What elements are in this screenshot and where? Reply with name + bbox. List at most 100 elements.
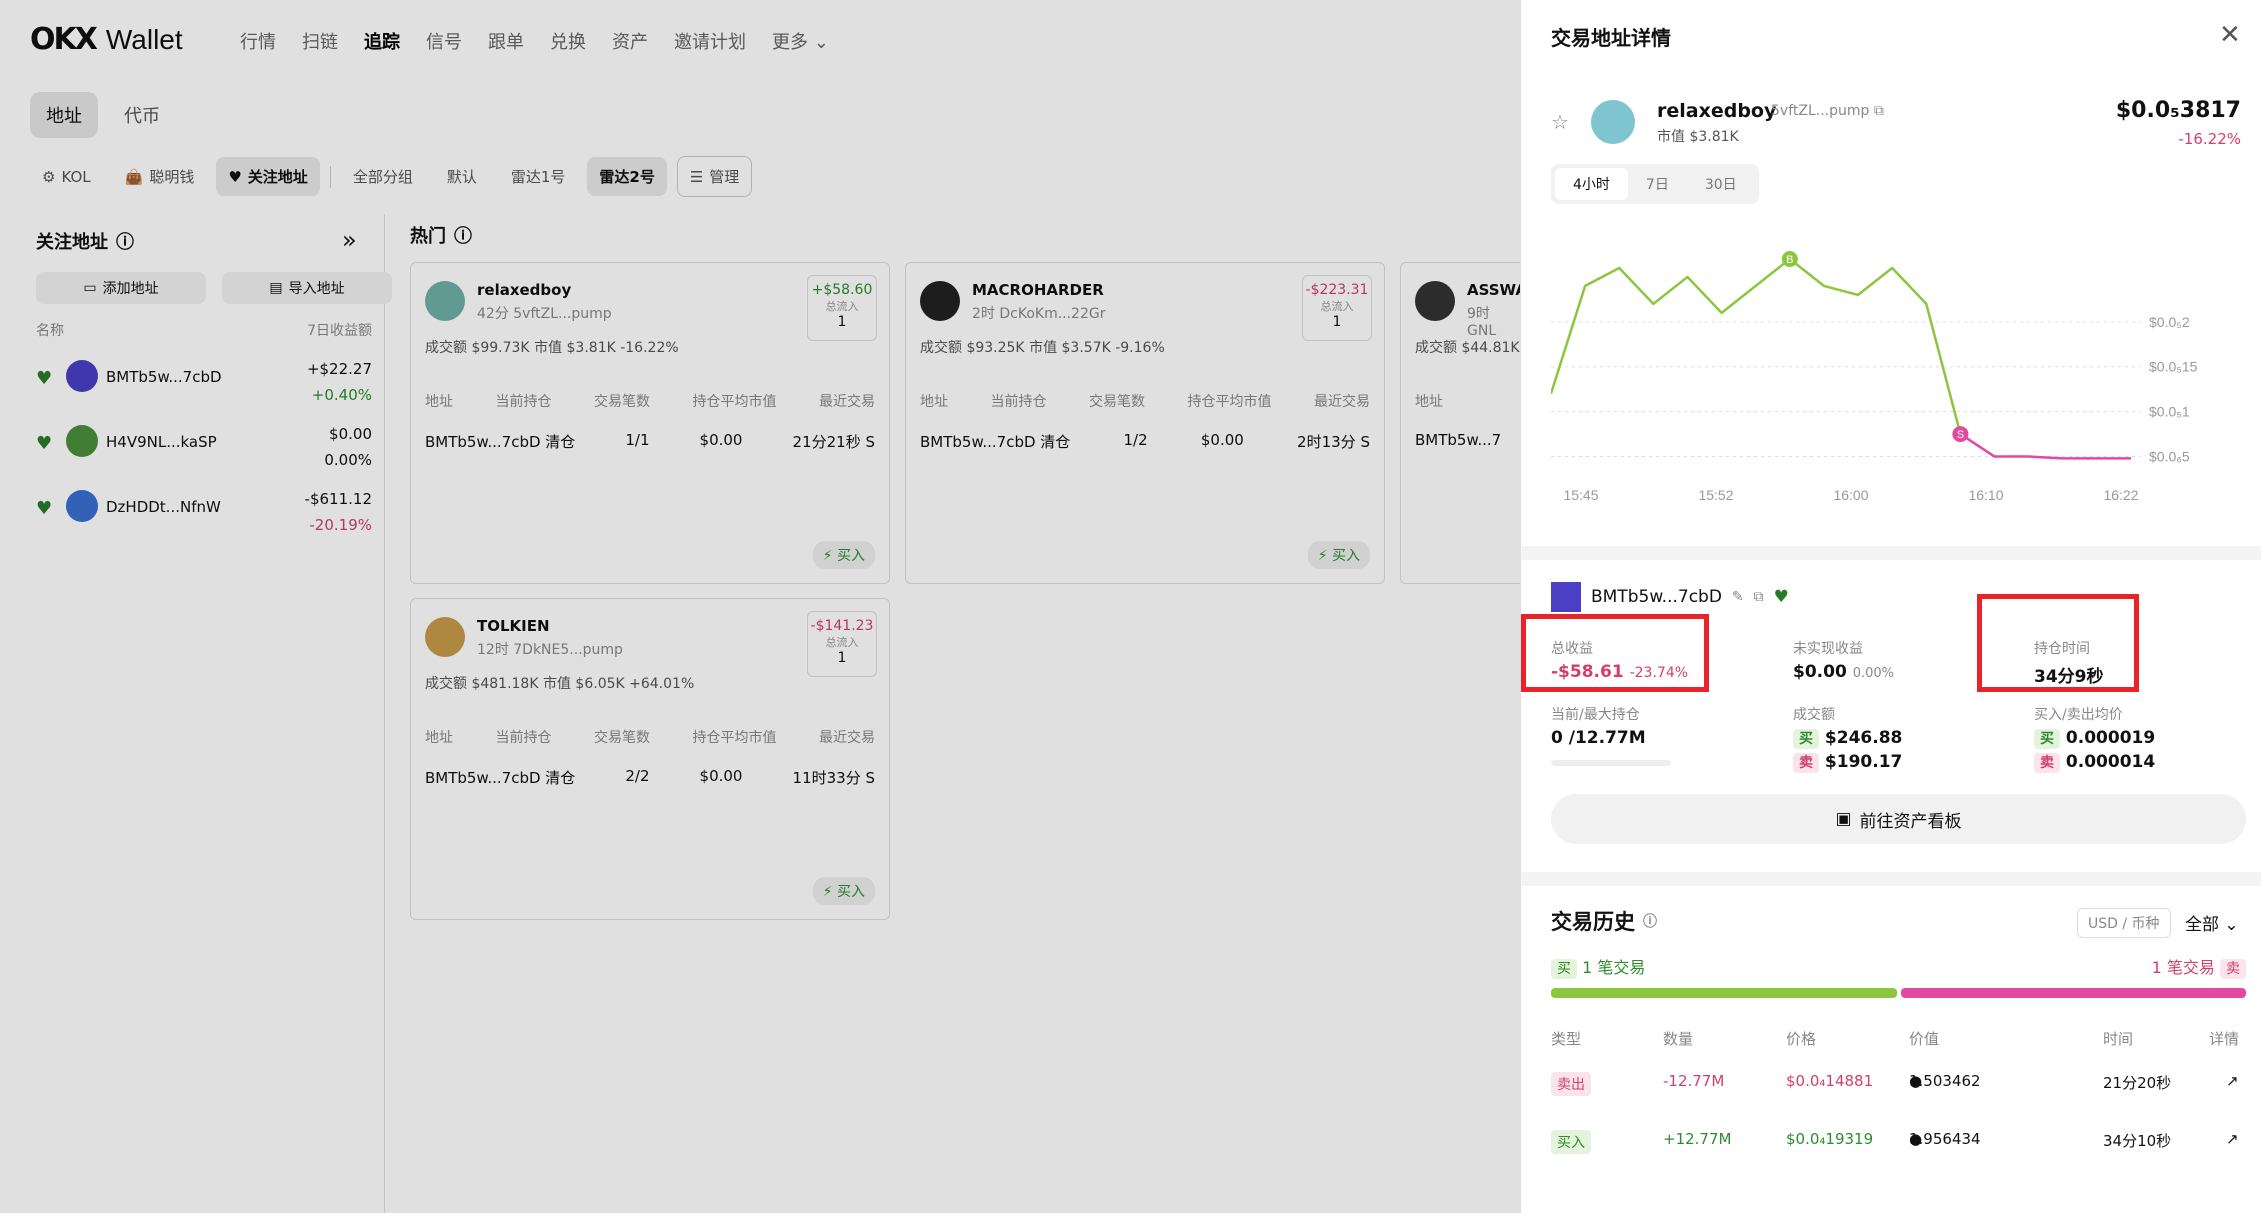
nav-assets[interactable]: 资产 xyxy=(612,28,648,54)
filter-all-groups[interactable]: 全部分组 xyxy=(341,157,425,196)
tab-token[interactable]: 代币 xyxy=(108,92,176,138)
position-address: BMTb5w...7cbD xyxy=(1591,587,1722,607)
tab-address[interactable]: 地址 xyxy=(30,92,98,138)
history-title: 交易历史 ⓘ xyxy=(1551,906,1657,936)
tx-time: 34分10秒 xyxy=(2103,1132,2172,1150)
filter-default[interactable]: 默认 xyxy=(435,157,489,196)
tx-qty: +12.77M xyxy=(1663,1130,1732,1148)
list-item[interactable]: ♥ DzHDDt...NfnW -$611.12 -20.19% xyxy=(36,484,372,540)
table-row[interactable]: BMTb5w...7cbD 清仓 1/1 $0.00 21分21秒 S xyxy=(425,431,875,452)
tab-7d[interactable]: 7日 xyxy=(1628,168,1687,200)
bag-icon: 👜 xyxy=(124,167,144,186)
copy-icon[interactable]: ⧉ xyxy=(1874,103,1884,119)
buy-label: 买入 xyxy=(1332,548,1360,564)
okx-logo[interactable]: OKX Wallet xyxy=(30,22,183,57)
star-icon[interactable]: ☆ xyxy=(1551,110,1569,134)
external-link-icon[interactable]: ↗ xyxy=(2226,1072,2239,1090)
close-icon[interactable]: ✕ xyxy=(2219,20,2241,50)
pnl-label: 总流入 xyxy=(1320,300,1354,313)
nav-swap[interactable]: 兑换 xyxy=(550,28,586,54)
pnl-value: +$58.60 xyxy=(811,282,873,298)
trade-counts: 买 1 笔交易 1 笔交易 卖 xyxy=(1551,954,2246,979)
address-name: BMTb5w...7cbD xyxy=(106,368,222,386)
price-chart[interactable]: $0.0₅2 $0.0₅15 $0.0₅1 $0.0₆5 15:45 15:52 16:00… xyxy=(1551,220,2241,520)
filter-dropdown-label: 全部 xyxy=(2185,915,2219,935)
card-table-header: 地址 当前持仓 交易笔数 持仓平均市值 最近交易 xyxy=(425,727,875,747)
price-line-sell xyxy=(1959,433,2131,460)
filter-follow[interactable]: ♥ 关注地址 xyxy=(216,157,320,196)
lightning-icon: ⚡ xyxy=(1317,548,1328,564)
lightning-icon: ⚡ xyxy=(822,884,833,900)
token-price: $0.0₅3817 xyxy=(2115,98,2241,123)
nav-signal[interactable]: 信号 xyxy=(426,28,462,54)
th-avgmc: 持仓平均市值 xyxy=(692,394,777,410)
buy-count: 买 1 笔交易 xyxy=(1551,954,1645,979)
nav-invite[interactable]: 邀请计划 xyxy=(674,28,746,54)
nav-copy[interactable]: 跟单 xyxy=(488,28,524,54)
heart-icon[interactable]: ♥ xyxy=(36,498,52,519)
nav-scan[interactable]: 扫链 xyxy=(302,28,338,54)
filter-dropdown[interactable]: 全部 ⌄ xyxy=(2185,910,2239,935)
copy-icon[interactable]: ⧉ xyxy=(1754,589,1764,605)
volume: 成交额 买 $246.88 卖 $190.17 xyxy=(1793,704,1903,773)
asset-board-button[interactable]: ▣ 前往资产看板 xyxy=(1551,794,2246,844)
token-card[interactable]: TOLKIEN 12时 7DkNE5...pump 成交额 $481.18K 市… xyxy=(410,598,890,920)
current-holding: 当前/最大持仓 0 /12.77M xyxy=(1551,704,1646,748)
tab-4h[interactable]: 4小时 xyxy=(1555,168,1628,200)
table-row[interactable]: BMTb5w...7cbD 清仓 2/2 $0.00 11时33分 S xyxy=(425,767,875,788)
unit-toggle[interactable]: USD / 币种 xyxy=(2077,908,2171,938)
filter-radar2[interactable]: 雷达2号 xyxy=(587,157,667,196)
list-item[interactable]: ♥ BMTb5w...7cbD +$22.27 +0.40% xyxy=(36,354,372,410)
avg-price-label: 买入/卖出均价 xyxy=(2034,707,2123,723)
col-profit[interactable]: 7日收益额 xyxy=(307,320,372,340)
add-address-button[interactable]: ▭ 添加地址 xyxy=(36,272,206,304)
tab-30d[interactable]: 30日 xyxy=(1687,168,1755,200)
filter-follow-label: 关注地址 xyxy=(247,168,308,186)
heart-icon[interactable]: ♥ xyxy=(36,368,52,389)
history-title-text: 交易历史 xyxy=(1551,910,1635,934)
filter-radar1[interactable]: 雷达1号 xyxy=(499,157,578,196)
nav-menu: 行情 扫链 追踪 信号 跟单 兑换 资产 邀请计划 更多 ⌄ xyxy=(240,28,829,54)
detail-drawer: 交易地址详情 ✕ ☆ relaxedboy 5vftZL...pump ⧉ 市值… xyxy=(1520,0,2261,1213)
table-row[interactable]: BMTb5w...7cbD 清仓 1/2 $0.00 2时13分 S xyxy=(920,431,1370,452)
token-card[interactable]: MACROHARDER 2时 DcKoKm...22Gr 成交额 $93.25K… xyxy=(905,262,1385,584)
edit-icon[interactable]: ✎ xyxy=(1732,589,1744,605)
token-card[interactable]: relaxedboy 42分 5vftZL...pump 成交额 $99.73K… xyxy=(410,262,890,584)
x-tick-label: 16:10 xyxy=(1968,487,2003,503)
profit-amount: $0.00 xyxy=(329,425,372,443)
x-tick-label: 16:00 xyxy=(1833,487,1868,503)
nav-track[interactable]: 追踪 xyxy=(364,28,400,54)
external-link-icon[interactable]: ↗ xyxy=(2226,1130,2239,1148)
nav-more-label: 更多 xyxy=(772,32,808,53)
buy-button[interactable]: ⚡ 买入 xyxy=(812,877,875,905)
top-nav: OKX Wallet 行情 扫链 追踪 信号 跟单 兑换 资产 邀请计划 更多 … xyxy=(0,0,1520,82)
card-sub: 2时 DcKoKm...22Gr xyxy=(972,306,1106,322)
token-address[interactable]: 5vftZL...pump ⧉ xyxy=(1771,103,1884,119)
buy-sell-ratio xyxy=(1551,988,2246,998)
buy-tag: 买 xyxy=(2034,729,2060,749)
list-item[interactable]: ♥ H4V9NL...kaSP $0.00 0.00% xyxy=(36,419,372,475)
pnl-label: 总流入 xyxy=(825,636,859,649)
buy-button[interactable]: ⚡ 买入 xyxy=(812,541,875,569)
card-stats: 成交额 $99.73K 市值 $3.81K -16.22% xyxy=(425,340,679,356)
token-card[interactable]: ASSWAS 9时 GNL 成交额 $44.81K 地址 BMTb5w...7 xyxy=(1400,262,1538,584)
y-tick-label: $0.0₅1 xyxy=(2149,404,2190,420)
filter-smart[interactable]: 👜 聪明钱 xyxy=(113,157,207,196)
table-row[interactable]: BMTb5w...7 xyxy=(1415,431,1506,449)
import-address-button[interactable]: ▤ 导入地址 xyxy=(222,272,392,304)
card-table-header: 地址 当前持仓 交易笔数 持仓平均市值 最近交易 xyxy=(920,391,1370,411)
filter-kol[interactable]: ⚙ KOL xyxy=(30,159,103,195)
marker-label: B xyxy=(1786,254,1793,266)
volume-sell: $190.17 xyxy=(1824,752,1903,772)
avatar xyxy=(425,617,465,657)
th-hold: 当前持仓 xyxy=(495,730,552,746)
expand-icon[interactable]: » xyxy=(342,226,357,254)
heart-icon[interactable]: ♥ xyxy=(36,433,52,454)
buy-button[interactable]: ⚡ 买入 xyxy=(1307,541,1370,569)
pnl-label: 总流入 xyxy=(825,300,859,313)
heart-icon[interactable]: ♥ xyxy=(1774,587,1789,607)
nav-more[interactable]: 更多 ⌄ xyxy=(772,28,829,54)
nav-market[interactable]: 行情 xyxy=(240,28,276,54)
tx-value-text: 1.956434 xyxy=(1909,1130,1981,1148)
manage-button[interactable]: ☰ 管理 xyxy=(676,156,753,197)
